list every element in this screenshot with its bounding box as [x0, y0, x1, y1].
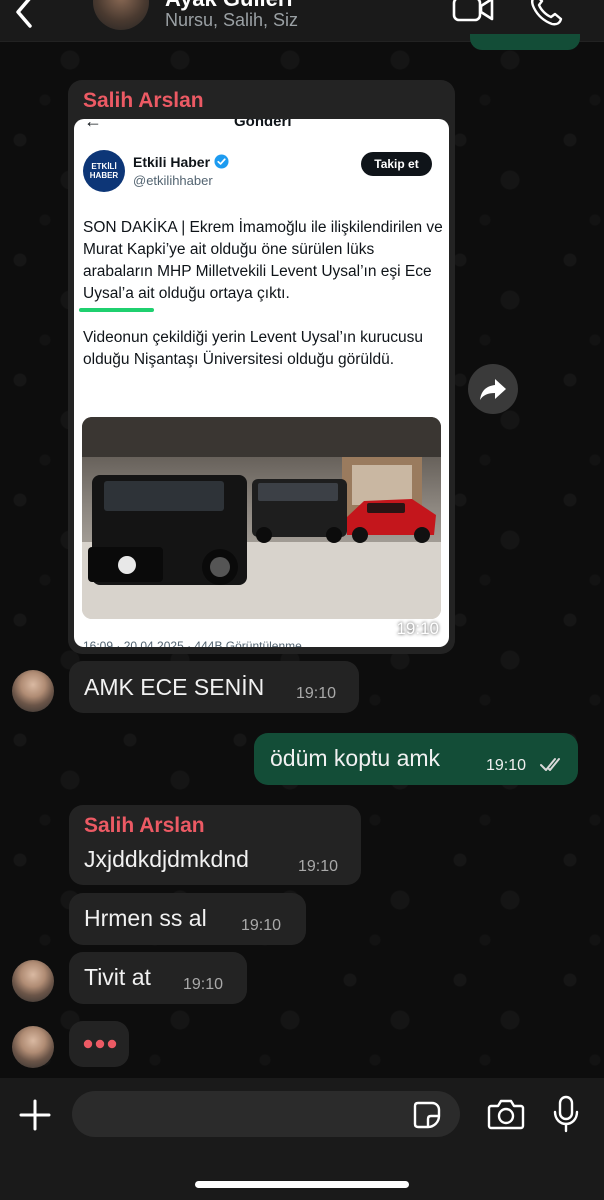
tweet-top-label: Gönderi [234, 119, 292, 130]
typing-dots [83, 1039, 117, 1049]
camera-icon[interactable] [487, 1098, 525, 1130]
voice-call-icon[interactable] [528, 0, 564, 26]
message-text: AMK ECE SENİN [84, 674, 265, 700]
tweet-screenshot[interactable]: ← Gönderi ETKİLİ HABER Etkili Haber @etk… [74, 119, 449, 647]
message-time: 19:10 [296, 685, 337, 702]
logo-line-2: HABER [89, 171, 119, 180]
video-call-icon[interactable] [452, 0, 494, 24]
group-avatar[interactable] [93, 0, 149, 30]
follow-button: Takip et [361, 152, 432, 176]
garage-cars-photo [82, 417, 441, 619]
message-time: 19:10 [396, 619, 439, 638]
sticker-icon[interactable] [412, 1100, 442, 1130]
highlight-underline [79, 308, 154, 312]
message-text: Hrmen ss al [84, 905, 207, 931]
sender-name: Salih Arslan [84, 814, 205, 837]
previous-outgoing-bubble [470, 34, 580, 50]
plus-icon[interactable] [18, 1098, 52, 1132]
incoming-message[interactable]: Tivit at 19:10 [69, 952, 247, 1004]
home-indicator [195, 1181, 409, 1188]
sender-avatar[interactable] [12, 670, 54, 712]
forward-icon [480, 379, 506, 400]
tweet-body: SON DAKİKA | Ekrem İmamoğlu ile ilişkile… [83, 219, 443, 368]
outgoing-message[interactable]: ödüm koptu amk 19:10 [254, 733, 578, 785]
forward-button[interactable] [468, 364, 518, 414]
microphone-icon[interactable] [553, 1095, 579, 1133]
verified-icon [214, 154, 229, 169]
tweet-back-arrow-icon: ← [84, 119, 102, 131]
incoming-message[interactable]: Hrmen ss al 19:10 [69, 893, 306, 945]
message-input[interactable] [72, 1091, 460, 1137]
group-members[interactable]: Nursu, Salih, Siz [165, 10, 298, 31]
tweet-account-name: Etkili Haber [133, 154, 211, 170]
message-time: 19:10 [486, 757, 527, 774]
sender-name: Salih Arslan [83, 89, 204, 112]
incoming-message[interactable]: AMK ECE SENİN 19:10 [69, 661, 359, 713]
message-time: 19:10 [241, 917, 282, 934]
logo-line-1: ETKİLİ [91, 162, 117, 171]
message-time: 19:10 [183, 976, 224, 993]
message-time: 19:10 [298, 858, 339, 875]
sender-avatar[interactable] [12, 1026, 54, 1068]
message-text: Jxjddkdjdmkdnd [84, 846, 249, 872]
message-text: ödüm koptu amk [270, 745, 441, 771]
sender-avatar[interactable] [12, 960, 54, 1002]
tweet-account-handle: @etkilihhaber [133, 173, 213, 188]
tweet-footer: 16:09 · 20.04.2025 · 444B Görüntülenme [83, 639, 302, 647]
message-text: Tivit at [84, 964, 151, 990]
news-logo: ETKİLİ HABER [83, 150, 125, 192]
incoming-message[interactable]: Salih Arslan Jxjddkdjdmkdnd 19:10 [69, 805, 361, 885]
back-icon[interactable] [10, 0, 40, 30]
read-receipt-icon [540, 758, 560, 771]
